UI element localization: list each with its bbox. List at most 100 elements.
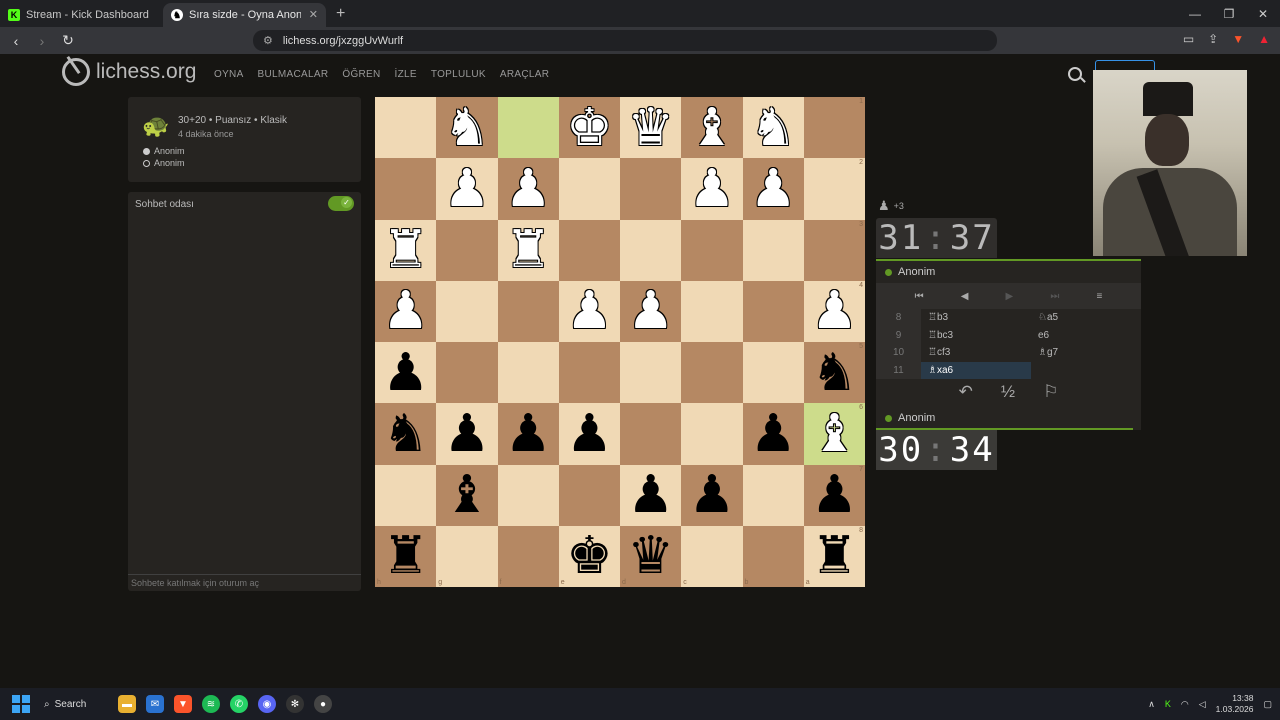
board-square[interactable] — [558, 158, 620, 220]
white-queen-icon[interactable]: ♛ — [627, 102, 674, 154]
white-king-icon[interactable]: ♚ — [566, 102, 613, 154]
address-bar[interactable]: ⚙ lichess.org/jxzggUvWurlf — [253, 30, 997, 51]
board-square[interactable]: ♝ — [436, 464, 498, 526]
restore-icon[interactable]: ❐ — [1212, 0, 1246, 27]
board-square[interactable] — [497, 464, 559, 526]
board-square[interactable] — [436, 219, 498, 281]
board-square[interactable]: g — [436, 525, 498, 587]
board-square[interactable] — [558, 464, 620, 526]
board-square[interactable] — [620, 219, 682, 281]
black-knight-icon[interactable]: ♞ — [811, 347, 858, 399]
board-square[interactable]: 1 — [803, 97, 865, 159]
white-pawn-icon[interactable]: ♟ — [566, 285, 613, 337]
start-button[interactable] — [12, 695, 30, 713]
board-square[interactable]: ♟ — [742, 403, 804, 465]
board-square[interactable]: ♜ h — [375, 525, 437, 587]
reload-icon[interactable]: ↻ — [58, 32, 78, 49]
board-square[interactable]: ♟ 7 — [803, 464, 865, 526]
back-icon[interactable]: ‹ — [6, 33, 26, 49]
opponent-user[interactable]: Anonim — [876, 259, 1141, 283]
file-explorer-icon[interactable]: ▬ — [118, 695, 136, 713]
board-square[interactable]: ♛ — [620, 97, 682, 159]
menu-icon[interactable]: ≡ — [1097, 291, 1103, 302]
board-square[interactable]: ♞ — [436, 97, 498, 159]
board-square[interactable] — [681, 280, 743, 342]
system-clock[interactable]: 13:38 1.03.2026 — [1216, 693, 1254, 715]
board-square[interactable] — [558, 219, 620, 281]
white-bishop-icon[interactable]: ♝ — [811, 408, 858, 460]
white-move[interactable]: ♖bc3 — [921, 330, 1031, 341]
board-square[interactable]: ♝ — [681, 97, 743, 159]
board-square[interactable]: ♟ — [497, 403, 559, 465]
board-square[interactable]: b — [742, 525, 804, 587]
white-knight-icon[interactable]: ♞ — [444, 102, 491, 154]
white-pawn-icon[interactable]: ♟ — [505, 163, 552, 215]
board-square[interactable] — [742, 342, 804, 404]
black-rook-icon[interactable]: ♜ — [811, 530, 858, 582]
black-pawn-icon[interactable]: ♟ — [689, 469, 736, 521]
board-square[interactable]: ♟ — [558, 403, 620, 465]
board-square[interactable]: ♛ d — [620, 525, 682, 587]
board-square[interactable]: ♝ 6 — [803, 403, 865, 465]
black-pawn-icon[interactable]: ♟ — [750, 408, 797, 460]
player-white[interactable]: Anonim — [143, 146, 185, 156]
board-square[interactable] — [497, 342, 559, 404]
board-square[interactable] — [375, 158, 437, 220]
resign-flag-icon[interactable]: ⚐ — [1043, 382, 1058, 402]
forward-icon[interactable]: › — [32, 33, 52, 49]
black-pawn-icon[interactable]: ♟ — [444, 408, 491, 460]
black-queen-icon[interactable]: ♛ — [627, 530, 674, 582]
board-square[interactable] — [558, 342, 620, 404]
board-square[interactable] — [681, 219, 743, 281]
board-square[interactable]: ♞ 5 — [803, 342, 865, 404]
white-move[interactable]: ♖cf3 — [921, 347, 1031, 358]
first-move-icon[interactable]: ⏮ — [915, 291, 924, 302]
black-bishop-icon[interactable]: ♝ — [444, 469, 491, 521]
brave-icon[interactable]: ▼ — [174, 695, 192, 713]
board-square[interactable] — [681, 403, 743, 465]
taskbar-search[interactable]: ⌕ Search — [44, 699, 104, 710]
black-pawn-icon[interactable]: ♟ — [627, 469, 674, 521]
black-knight-icon[interactable]: ♞ — [382, 408, 429, 460]
player-black[interactable]: Anonim — [143, 158, 185, 168]
player-user[interactable]: Anonim — [876, 406, 1141, 430]
volume-icon[interactable]: ◁ — [1199, 699, 1206, 710]
board-square[interactable]: ♟ — [681, 464, 743, 526]
board-square[interactable] — [497, 97, 559, 159]
board-square[interactable]: ♟ — [620, 280, 682, 342]
board-square[interactable]: ♟ — [620, 464, 682, 526]
whatsapp-icon[interactable]: ✆ — [230, 695, 248, 713]
white-knight-icon[interactable]: ♞ — [750, 102, 797, 154]
black-move[interactable]: e6 — [1031, 330, 1141, 341]
white-pawn-icon[interactable]: ♟ — [382, 285, 429, 337]
board-square[interactable]: ♜ — [375, 219, 437, 281]
board-square[interactable]: ♟ — [375, 342, 437, 404]
board-square[interactable]: ♟ — [436, 158, 498, 220]
board-square[interactable]: ♜ — [497, 219, 559, 281]
outlook-icon[interactable]: ✉ — [146, 695, 164, 713]
board-square[interactable]: ♟ — [742, 158, 804, 220]
site-info-icon[interactable]: ⚙ — [263, 34, 273, 47]
close-tab-icon[interactable]: ✕ — [309, 8, 318, 21]
white-pawn-icon[interactable]: ♟ — [750, 163, 797, 215]
white-move[interactable]: ♖b3 — [921, 312, 1031, 323]
new-tab-button[interactable]: + — [326, 5, 355, 27]
board-square[interactable] — [681, 342, 743, 404]
white-pawn-icon[interactable]: ♟ — [444, 163, 491, 215]
board-square[interactable] — [620, 342, 682, 404]
white-pawn-icon[interactable]: ♟ — [689, 163, 736, 215]
board-square[interactable]: f — [497, 525, 559, 587]
board-square[interactable] — [375, 464, 437, 526]
chat-input[interactable]: Sohbete katılmak için oturum aç — [128, 574, 361, 591]
tab-kick[interactable]: K Stream - Kick Dashboard — [0, 3, 163, 27]
nav-community[interactable]: TOPLULUK — [431, 69, 486, 80]
search-icon[interactable] — [1068, 67, 1082, 81]
black-move[interactable]: ♗g7 — [1031, 347, 1141, 358]
board-square[interactable] — [375, 97, 437, 159]
cast-icon[interactable]: ▭ — [1183, 32, 1194, 46]
black-pawn-icon[interactable]: ♟ — [382, 347, 429, 399]
board-square[interactable]: 2 — [803, 158, 865, 220]
wifi-icon[interactable]: ◠ — [1181, 699, 1189, 710]
board-square[interactable]: ♚ — [558, 97, 620, 159]
board-square[interactable] — [620, 403, 682, 465]
